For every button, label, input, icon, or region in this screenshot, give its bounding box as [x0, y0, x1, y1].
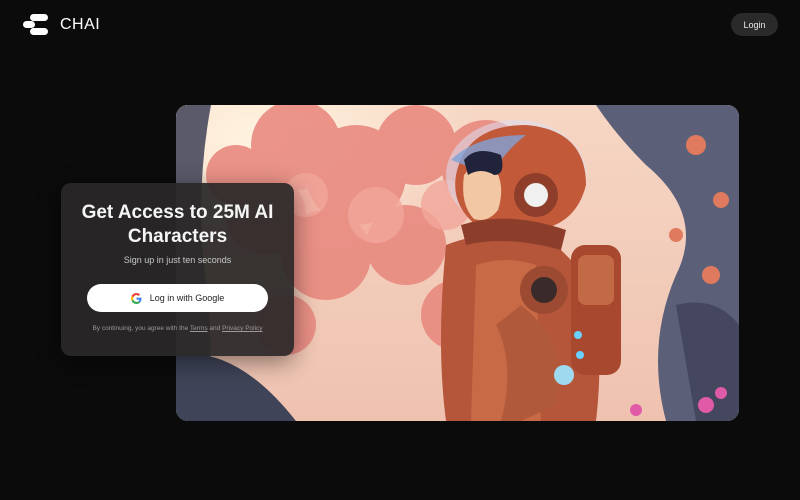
landing-page: CHAI Login Get Access to 25M AI Characte…: [0, 0, 800, 500]
brand-logo[interactable]: CHAI: [22, 13, 100, 36]
legal-prefix: By continuing, you agree with the: [92, 325, 189, 332]
google-login-label: Log in with Google: [149, 293, 225, 303]
google-icon: [130, 292, 142, 304]
legal-notice: By continuing, you agree with the Terms …: [61, 324, 294, 333]
card-subtitle: Sign up in just ten seconds: [123, 255, 232, 265]
google-login-button[interactable]: Log in with Google: [87, 284, 268, 312]
legal-and: and: [209, 325, 221, 332]
login-button[interactable]: Login: [731, 13, 778, 36]
signup-card: Get Access to 25M AI Characters Sign up …: [61, 183, 294, 356]
brand-name: CHAI: [60, 15, 101, 33]
chai-logo-icon: [23, 14, 48, 35]
terms-link[interactable]: Terms: [190, 325, 208, 332]
privacy-policy-link[interactable]: Privacy Policy: [222, 325, 262, 332]
card-title: Get Access to 25M AI Characters: [81, 202, 274, 247]
